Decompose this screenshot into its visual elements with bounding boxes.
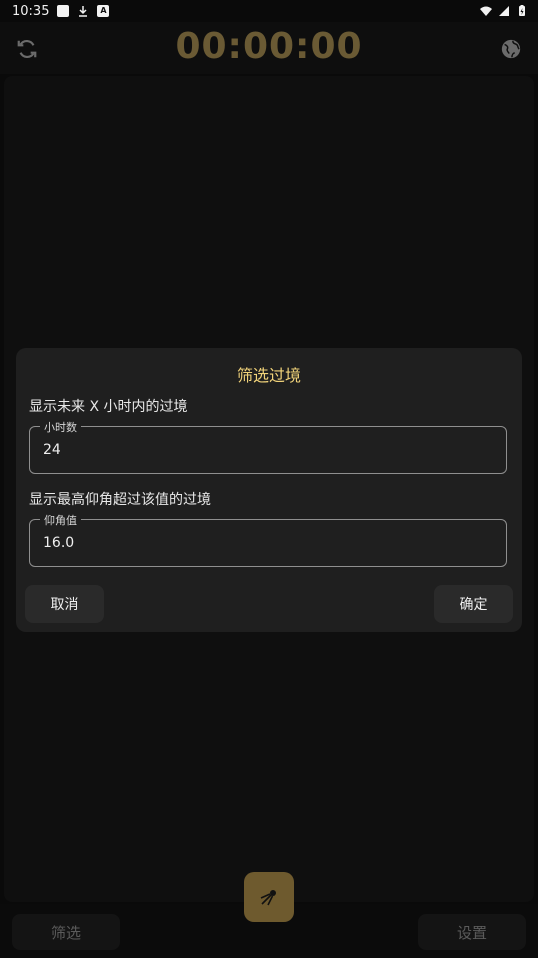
elevation-value: 16.0	[43, 535, 75, 551]
settings-button[interactable]: 设置	[418, 914, 526, 950]
satellite-icon	[260, 890, 276, 906]
dialog-title: 筛选过境	[236, 366, 301, 385]
status-bar-left: 10:35 A	[12, 3, 110, 19]
status-bar-right	[480, 5, 528, 17]
filter-passes-dialog: 筛选过境 显示未来 X 小时内的过境 小时数 24 显示最高仰角超过该值的过境 …	[16, 348, 522, 632]
countdown-timer: 00:00:00	[175, 26, 363, 67]
app-screen: 10:35 A 00:00:00 筛选过境 显示未来 X 小时内的过境 小时数 …	[0, 0, 538, 958]
download-icon	[79, 6, 88, 17]
globe-icon[interactable]	[500, 38, 522, 60]
status-time: 10:35	[12, 3, 50, 19]
elevation-field-label: 仰角值	[40, 512, 81, 528]
battery-icon	[519, 5, 525, 16]
filter-button[interactable]: 筛选	[12, 914, 120, 950]
status-bar: 10:35 A	[0, 0, 538, 22]
hours-value: 24	[43, 442, 61, 458]
hours-field-label: 小时数	[40, 419, 81, 435]
cancel-button[interactable]: 取消	[25, 585, 104, 623]
app-notification-icon: A	[97, 5, 110, 17]
elevation-description: 显示最高仰角超过该值的过境	[29, 492, 211, 508]
satellite-fab[interactable]	[244, 872, 294, 922]
signal-icon	[499, 6, 509, 16]
wifi-icon	[480, 6, 492, 16]
top-app-bar: 00:00:00	[0, 22, 538, 74]
confirm-button[interactable]: 确定	[434, 585, 513, 623]
hours-description: 显示未来 X 小时内的过境	[29, 399, 188, 415]
notification-square-icon	[57, 5, 70, 17]
hours-input[interactable]: 小时数 24	[29, 419, 507, 474]
elevation-input[interactable]: 仰角值 16.0	[29, 512, 507, 567]
